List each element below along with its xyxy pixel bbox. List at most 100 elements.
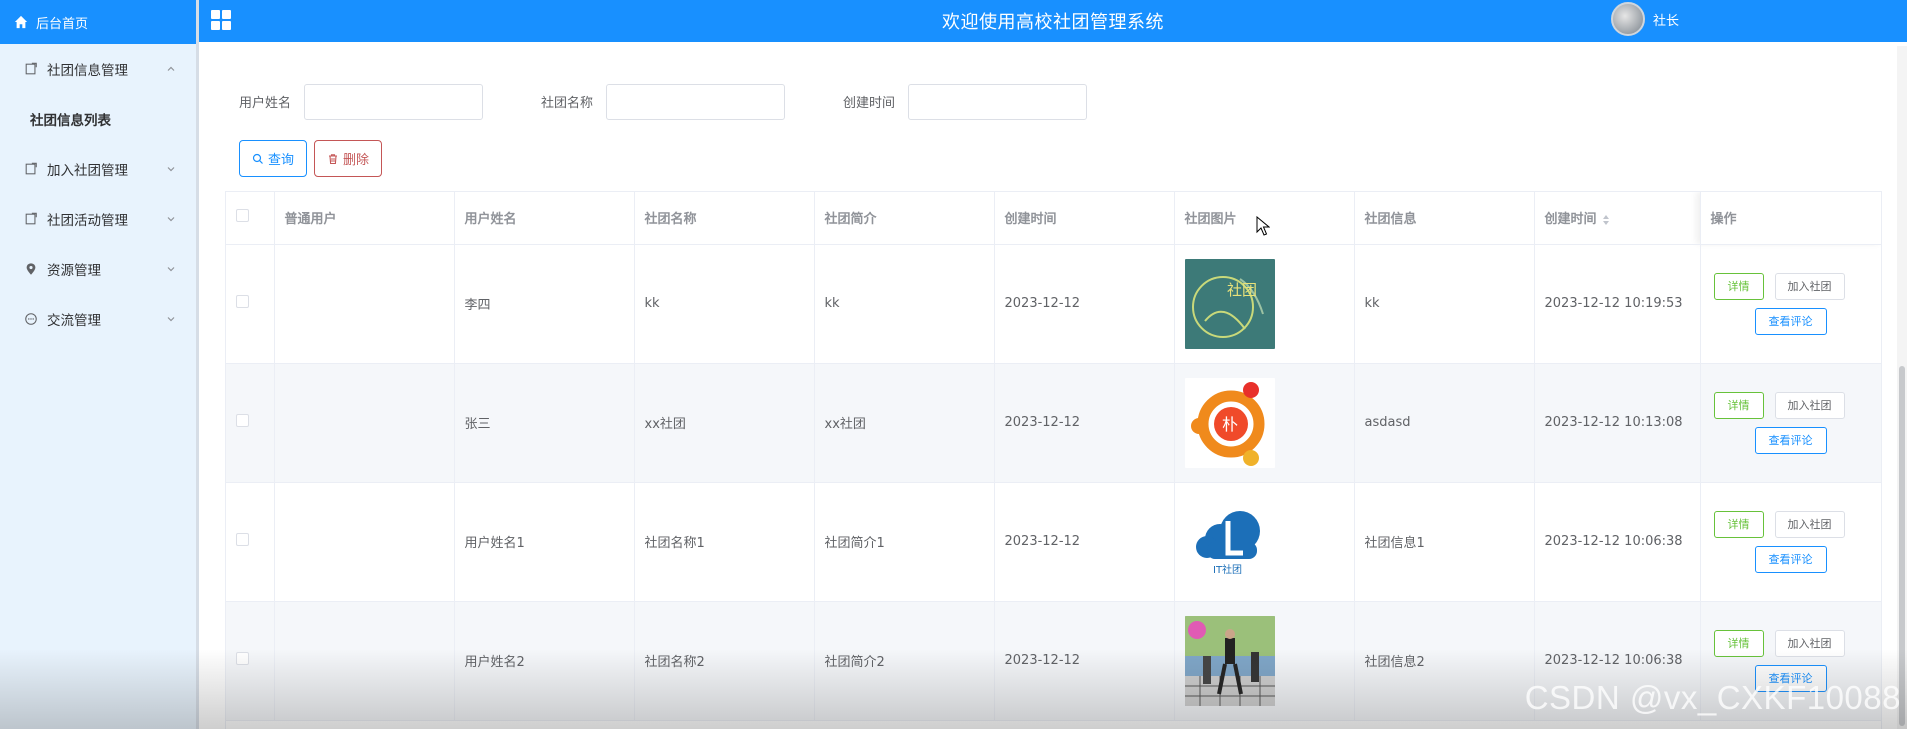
cell-club-image: IT社团: [1174, 482, 1355, 602]
user-name-label: 用户姓名: [239, 96, 292, 111]
sidebar-group-club-activities[interactable]: 社团活动管理: [0, 194, 196, 244]
cell-normal-user: [274, 482, 455, 602]
sidebar: 后台首页 社团信息管理 社团信息列表 加入社团管理 社团活动管理 资源管理 交流…: [0, 0, 199, 729]
main-content: 用户姓名 社团名称 创建时间 查询 删除 普通用户 用户姓名 社团名称 社团简介…: [199, 42, 1907, 729]
top-header: 欢迎使用高校社团管理系统 社长: [199, 0, 1907, 42]
club-name-input[interactable]: [606, 84, 785, 120]
username: 社长: [1653, 13, 1680, 29]
cell-actions: 详情 加入社团 查看评论: [1700, 482, 1881, 602]
table-row: 李四 kk kk 2023-12-12 社团 kk 2023-12-12 10:…: [226, 244, 1881, 364]
document-icon: [24, 162, 38, 176]
delete-button-label: 删除: [342, 153, 369, 168]
user-menu[interactable]: 社长: [1611, 2, 1679, 36]
cell-club-intro: xx社团: [814, 363, 995, 483]
column-header-sortable[interactable]: 创建时间: [1534, 192, 1701, 245]
cell-user-name: 用户姓名1: [454, 482, 635, 602]
detail-button[interactable]: 详情: [1713, 272, 1764, 300]
column-header: 创建时间: [994, 192, 1175, 245]
column-header: 操作: [1700, 192, 1881, 245]
join-club-button[interactable]: 加入社团: [1774, 629, 1845, 657]
sidebar-group-club-info[interactable]: 社团信息管理: [0, 44, 196, 94]
cell-club-info: 社团信息2: [1354, 601, 1535, 721]
chat-icon: [24, 312, 38, 326]
cell-user-name: 用户姓名2: [454, 601, 635, 721]
cell-normal-user: [274, 244, 455, 364]
cell-normal-user: [274, 601, 455, 721]
column-header: 用户姓名: [454, 192, 635, 245]
sidebar-group-label: 社团信息管理: [47, 63, 128, 79]
join-club-button[interactable]: 加入社团: [1774, 272, 1845, 300]
table-header-row: 普通用户 用户姓名 社团名称 社团简介 创建时间 社团图片 社团信息 创建时间 …: [226, 192, 1881, 245]
search-form: 用户姓名 社团名称 创建时间 查询 删除: [199, 42, 1907, 192]
join-club-button[interactable]: 加入社团: [1774, 510, 1845, 538]
svg-text:朴: 朴: [1222, 415, 1238, 434]
sidebar-group-label: 交流管理: [47, 313, 101, 329]
chevron-down-icon: [167, 167, 175, 172]
avatar[interactable]: [1611, 2, 1645, 36]
detail-button[interactable]: 详情: [1713, 629, 1764, 657]
search-button[interactable]: 查询: [239, 140, 307, 177]
cell-user-name: 张三: [454, 363, 635, 483]
cell-user-name: 李四: [454, 244, 635, 364]
club-photo-image: [1184, 615, 1275, 706]
sidebar-group-resources[interactable]: 资源管理: [0, 244, 196, 294]
chevron-up-icon: [167, 66, 175, 71]
sidebar-home-link[interactable]: 后台首页: [0, 0, 196, 44]
detail-button[interactable]: 详情: [1713, 510, 1764, 538]
cell-club-info: 社团信息1: [1354, 482, 1535, 602]
home-icon: [14, 15, 28, 29]
view-comments-button[interactable]: 查看评论: [1754, 307, 1827, 335]
cell-created-time: 2023-12-12 10:13:08: [1534, 363, 1701, 483]
chevron-down-icon: [167, 317, 175, 322]
row-select-cell: [226, 244, 275, 364]
sidebar-group-label: 社团活动管理: [47, 213, 128, 229]
view-comments-button[interactable]: 查看评论: [1754, 426, 1827, 454]
view-comments-button[interactable]: 查看评论: [1754, 545, 1827, 573]
row-checkbox[interactable]: [236, 414, 249, 427]
table-row: 张三 xx社团 xx社团 2023-12-12 朴 asdasd 2023-12…: [226, 363, 1881, 483]
location-icon: [24, 262, 38, 276]
select-all-checkbox[interactable]: [236, 209, 249, 223]
sidebar-item-label: 社团信息列表: [30, 113, 111, 129]
page-scrollbar[interactable]: [1897, 46, 1907, 729]
club-table: 普通用户 用户姓名 社团名称 社团简介 创建时间 社团图片 社团信息 创建时间 …: [225, 191, 1882, 729]
cell-normal-user: [274, 363, 455, 483]
created-time-input[interactable]: [908, 84, 1087, 120]
sort-icon[interactable]: [1602, 214, 1610, 226]
document-icon: [24, 62, 38, 76]
row-checkbox[interactable]: [236, 295, 249, 308]
cell-club-intro: 社团简介1: [814, 482, 995, 602]
cell-club-intro: kk: [814, 244, 995, 364]
image-caption: 社团: [1227, 281, 1257, 299]
cell-created-time: 2023-12-12 10:06:38: [1534, 482, 1701, 602]
scrollbar-thumb[interactable]: [1899, 366, 1905, 726]
delete-button[interactable]: 删除: [314, 140, 382, 177]
column-header: 社团简介: [814, 192, 995, 245]
sidebar-group-join-club[interactable]: 加入社团管理: [0, 144, 196, 194]
mouse-cursor-icon: [1256, 216, 1270, 236]
sidebar-item-club-info-list[interactable]: 社团信息列表: [0, 94, 196, 144]
row-checkbox[interactable]: [236, 652, 249, 665]
row-checkbox[interactable]: [236, 533, 249, 546]
cell-club-image: 朴: [1174, 363, 1355, 483]
sidebar-group-label: 资源管理: [47, 263, 101, 279]
column-header: 社团名称: [634, 192, 815, 245]
search-icon: [252, 153, 263, 164]
cell-actions: 详情 加入社团 查看评论: [1700, 363, 1881, 483]
row-select-cell: [226, 482, 275, 602]
cell-created-time: 2023-12-12 10:19:53: [1534, 244, 1701, 364]
document-icon: [24, 212, 38, 226]
sidebar-home-label: 后台首页: [36, 16, 89, 32]
club-name-label: 社团名称: [541, 96, 594, 111]
table-row: 用户姓名1 社团名称1 社团简介1 2023-12-12 IT社团 社团信息1 …: [226, 482, 1881, 602]
user-name-input[interactable]: [304, 84, 483, 120]
cell-club-image: [1174, 601, 1355, 721]
trash-icon: [328, 153, 337, 164]
detail-button[interactable]: 详情: [1713, 391, 1764, 419]
chevron-down-icon: [167, 217, 175, 222]
club-logo-image: 朴: [1184, 377, 1275, 468]
cell-actions: 详情 加入社团 查看评论: [1700, 244, 1881, 364]
sidebar-group-communication[interactable]: 交流管理: [0, 294, 196, 344]
join-club-button[interactable]: 加入社团: [1774, 391, 1845, 419]
cell-club-info: kk: [1354, 244, 1535, 364]
